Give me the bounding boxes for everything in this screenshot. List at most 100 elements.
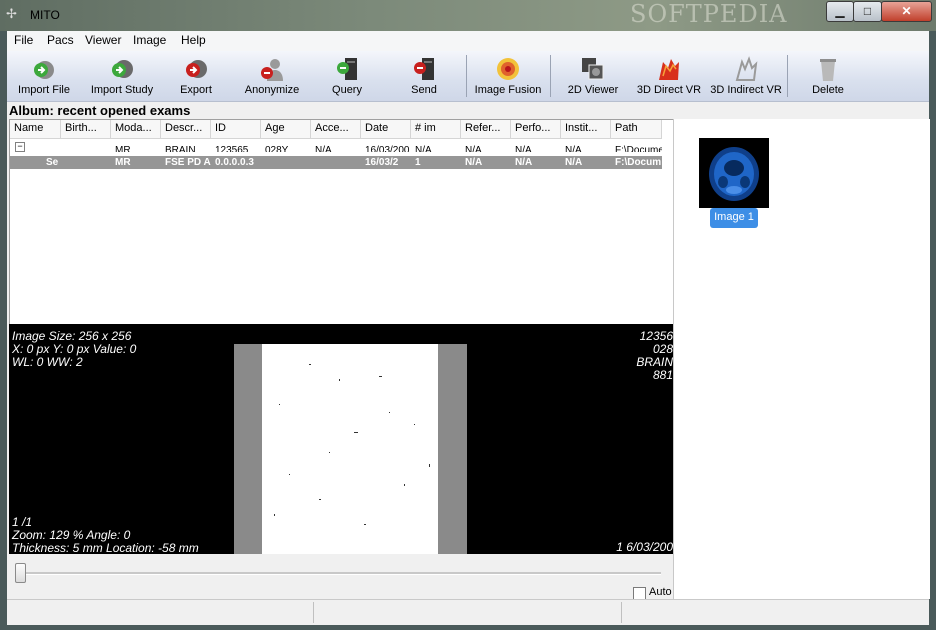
table-cell: BRAIN — [165, 145, 196, 152]
table-row-study[interactable]: MR BRAIN 123565 028Y N/A 16/03/200 N/A N… — [10, 144, 662, 152]
2d-viewer-button[interactable]: 2D Viewer — [563, 51, 623, 101]
menu-viewer[interactable]: Viewer — [85, 33, 121, 47]
import-file-button[interactable]: Import File — [13, 51, 75, 101]
table-cell: N/A — [465, 157, 483, 168]
overlay-thickness-location: Thickness: 5 mm Location: -58 mm — [12, 541, 199, 555]
3d-indirect-vr-icon — [735, 56, 758, 81]
image-fusion-button[interactable]: Image Fusion — [472, 51, 544, 101]
2d-viewer-icon — [582, 58, 604, 80]
table-cell: N/A — [515, 145, 532, 152]
overlay-top-right: 12356 028 BRAIN 881 — [636, 330, 673, 382]
3d-direct-vr-button[interactable]: 3D Direct VR — [635, 51, 703, 101]
image-fusion-label: Image Fusion — [474, 84, 542, 96]
thumbnail-image-1[interactable] — [699, 138, 769, 208]
toolbar-separator — [787, 55, 788, 97]
col-header-path[interactable]: Path — [611, 120, 662, 138]
app-icon: ✢ — [6, 6, 17, 21]
2d-viewer-label: 2D Viewer — [567, 84, 619, 96]
send-label: Send — [411, 84, 437, 96]
export-label: Export — [180, 84, 212, 96]
thumbnail-label[interactable]: Image 1 — [710, 208, 758, 228]
table-cell: N/A — [415, 145, 432, 152]
table-cell: N/A — [565, 145, 582, 152]
image-viewer[interactable]: Image Size: 256 x 256 X: 0 px Y: 0 px Va… — [9, 324, 673, 554]
thumbnail-preview — [709, 147, 759, 201]
col-header-id[interactable]: ID — [211, 120, 261, 138]
table-cell: 1 — [415, 157, 421, 168]
anonymize-label: Anonymize — [244, 84, 300, 96]
query-icon — [337, 58, 357, 80]
maximize-button[interactable]: □ — [853, 1, 882, 22]
col-header-accession[interactable]: Acce... — [311, 120, 361, 138]
query-button[interactable]: Query — [322, 51, 372, 101]
toolbar: Import File Import Study Export Anonymiz… — [7, 51, 929, 102]
menu-bar: File Pacs Viewer Image Help — [7, 31, 929, 52]
3d-direct-vr-icon — [659, 59, 679, 80]
table-cell: F:\Docum — [615, 157, 662, 168]
import-file-icon — [34, 61, 54, 79]
slice-slider-track[interactable] — [19, 572, 661, 575]
col-header-birth[interactable]: Birth... — [61, 120, 111, 138]
overlay-number: 881 — [652, 368, 673, 382]
table-cell: 16/03/2 — [365, 157, 399, 168]
send-icon — [414, 58, 434, 80]
3d-indirect-vr-button[interactable]: 3D Indirect VR — [709, 51, 783, 101]
anonymize-button[interactable]: Anonymize — [240, 51, 304, 101]
image-fusion-icon — [497, 58, 519, 80]
status-separator — [621, 602, 622, 623]
menu-image[interactable]: Image — [133, 33, 166, 47]
col-header-modality[interactable]: Moda... — [111, 120, 161, 138]
toolbar-separator — [550, 55, 551, 97]
overlay-bottom-left: 1 /1 Zoom: 129 % Angle: 0 Thickness: 5 m… — [12, 516, 199, 555]
col-header-institution[interactable]: Instit... — [561, 120, 611, 138]
delete-icon — [820, 59, 836, 81]
album-title: Album: recent opened exams — [9, 103, 191, 118]
auto-label: Auto — [649, 586, 672, 598]
main-window: File Pacs Viewer Image Help Import File … — [7, 31, 930, 625]
anonymize-icon — [261, 59, 283, 81]
3d-indirect-vr-label: 3D Indirect VR — [710, 84, 782, 96]
export-button[interactable]: Export — [169, 51, 223, 101]
overlay-bottom-right: 1 6/03/200 — [616, 541, 673, 554]
delete-button[interactable]: Delete — [803, 51, 853, 101]
col-header-date[interactable]: Date — [361, 120, 411, 138]
import-file-label: Import File — [18, 84, 70, 96]
table-cell: 16/03/200 — [365, 145, 410, 152]
thumbnail-panel: Image 1 — [673, 119, 930, 599]
col-header-age[interactable]: Age — [261, 120, 311, 138]
minimize-button[interactable]: ▁ — [826, 1, 854, 22]
close-button[interactable]: ✕ — [881, 1, 932, 22]
status-separator — [313, 602, 314, 623]
3d-direct-vr-label: 3D Direct VR — [636, 84, 702, 96]
slice-slider-area: Auto — [9, 554, 673, 600]
table-cell: Se — [46, 157, 59, 168]
table-cell: N/A — [315, 145, 332, 152]
window-title: MITO — [30, 8, 60, 22]
menu-help[interactable]: Help — [181, 33, 206, 47]
title-bar: ✢ MITO SOFTPEDIA ▁ □ ✕ — [0, 0, 936, 31]
send-button[interactable]: Send — [399, 51, 449, 101]
export-icon — [186, 60, 207, 78]
import-study-icon — [112, 60, 133, 78]
status-bar — [7, 599, 929, 625]
col-header-description[interactable]: Descr... — [161, 120, 211, 138]
menu-pacs[interactable]: Pacs — [47, 33, 74, 47]
col-header-images[interactable]: # im — [411, 120, 461, 138]
import-study-button[interactable]: Import Study — [83, 51, 161, 101]
query-label: Query — [332, 84, 362, 96]
overlay-window-level: WL: 0 WW: 2 — [12, 355, 83, 369]
grid-header: Name Birth... Moda... Descr... ID Age Ac… — [10, 120, 662, 139]
col-header-referring[interactable]: Refer... — [461, 120, 511, 138]
table-cell: N/A — [515, 157, 533, 168]
table-row-series-selected[interactable]: Se MR FSE PD A 0.0.0.0.3 16/03/2 1 N/A N… — [10, 156, 662, 169]
menu-file[interactable]: File — [14, 33, 33, 47]
overlay-date: 1 6/03/200 — [616, 540, 673, 554]
import-study-label: Import Study — [90, 84, 154, 96]
col-header-name[interactable]: Name — [10, 120, 61, 138]
table-cell: N/A — [465, 145, 482, 152]
col-header-performing[interactable]: Perfo... — [511, 120, 561, 138]
delete-label: Delete — [812, 84, 844, 96]
overlay-top-left: Image Size: 256 x 256 X: 0 px Y: 0 px Va… — [12, 330, 136, 369]
slice-slider-handle[interactable] — [15, 563, 26, 583]
table-cell: 123565 — [215, 145, 249, 152]
